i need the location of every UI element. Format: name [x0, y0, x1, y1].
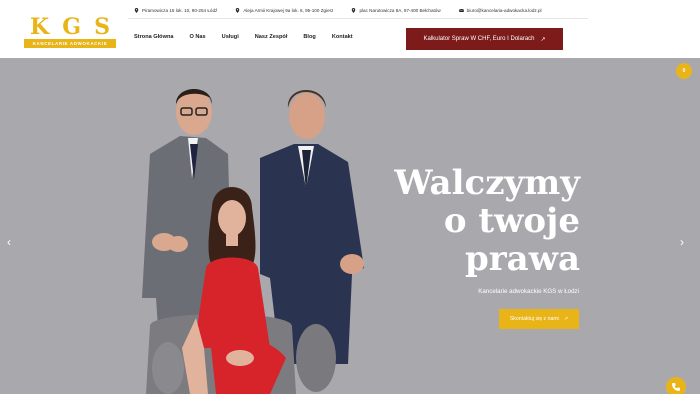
hero-section: Walczymy o twoje prawa Kancelarie adwoka…: [0, 58, 700, 394]
contact-address-label: Aleja Armii Krajowej 9a lok. 6, 95-100 Z…: [243, 7, 334, 13]
nav-item-about[interactable]: O Nas: [189, 34, 205, 44]
contact-address-lodz[interactable]: Piramowicza 15 lok. 10, 90-254 Łódź: [134, 7, 218, 13]
contact-email[interactable]: biuro@kancelaria-adwokacka.lodz.pl: [458, 7, 542, 13]
logo-letters: K G S: [24, 16, 116, 38]
contact-address-zgierz[interactable]: Aleja Armii Krajowej 9a lok. 6, 95-100 Z…: [235, 7, 334, 13]
notification-badge[interactable]: 0: [676, 63, 692, 79]
slider-next-arrow-icon[interactable]: ›: [680, 235, 690, 249]
contact-address-label: plac Narutowicza 8A, 97-400 Bełchatów: [359, 7, 441, 13]
main-nav: Strona Główna O Nas Usługi Nasz Zespół B…: [134, 34, 369, 44]
hero-headline: Walczymy o twoje prawa: [394, 164, 580, 278]
site-header: K G S KANCELARIE ADWOKACKIE Piramowicza …: [0, 0, 700, 58]
logo-tagline: KANCELARIE ADWOKACKIE: [24, 39, 116, 48]
location-pin-icon: [236, 7, 240, 13]
hero-headline-line: Walczymy: [394, 163, 580, 203]
logo-letter-k: K: [30, 14, 50, 40]
team-photo: [142, 89, 364, 394]
hero-headline-line: prawa: [464, 239, 580, 279]
calculator-button[interactable]: Kalkulator Spraw W CHF, Euro I Dolarach …: [406, 28, 563, 50]
contact-us-button-label: Skontaktuj się z nami: [509, 316, 559, 322]
phone-icon: [672, 383, 680, 391]
location-pin-icon: [352, 7, 356, 13]
arrow-up-right-icon: ↗: [563, 316, 569, 322]
logo-letter-s: S: [94, 14, 110, 40]
slider-prev-arrow-icon[interactable]: ‹: [7, 235, 17, 249]
location-pin-icon: [134, 7, 139, 13]
contact-bar: Piramowicza 15 lok. 10, 90-254 Łódź Alej…: [134, 5, 560, 15]
logo-letter-g: G: [62, 14, 82, 40]
nav-item-blog[interactable]: Blog: [303, 34, 315, 44]
hero-headline-line: o twoje: [443, 201, 580, 241]
contact-email-label: biuro@kancelaria-adwokacka.lodz.pl: [466, 7, 542, 13]
kgs-logo[interactable]: K G S KANCELARIE ADWOKACKIE: [24, 16, 116, 50]
nav-item-team[interactable]: Nasz Zespół: [255, 34, 288, 44]
contact-us-button[interactable]: Skontaktuj się z nami ↗: [499, 309, 579, 329]
phone-call-button[interactable]: [666, 377, 686, 394]
mail-icon: [458, 8, 464, 12]
hero-subtitle: Kancelarie adwokackie KGS w Łodzi: [478, 288, 579, 295]
nav-item-services[interactable]: Usługi: [222, 34, 239, 44]
contact-address-label: Piramowicza 15 lok. 10, 90-254 Łódź: [142, 7, 218, 13]
arrow-up-right-icon: ↗: [540, 36, 546, 43]
contact-address-belchatow[interactable]: plac Narutowicza 8A, 97-400 Bełchatów: [351, 7, 441, 13]
header-divider: [128, 18, 588, 19]
nav-item-home[interactable]: Strona Główna: [134, 34, 173, 44]
calculator-button-label: Kalkulator Spraw W CHF, Euro I Dolarach: [423, 36, 535, 42]
nav-item-contact[interactable]: Kontakt: [332, 34, 353, 44]
